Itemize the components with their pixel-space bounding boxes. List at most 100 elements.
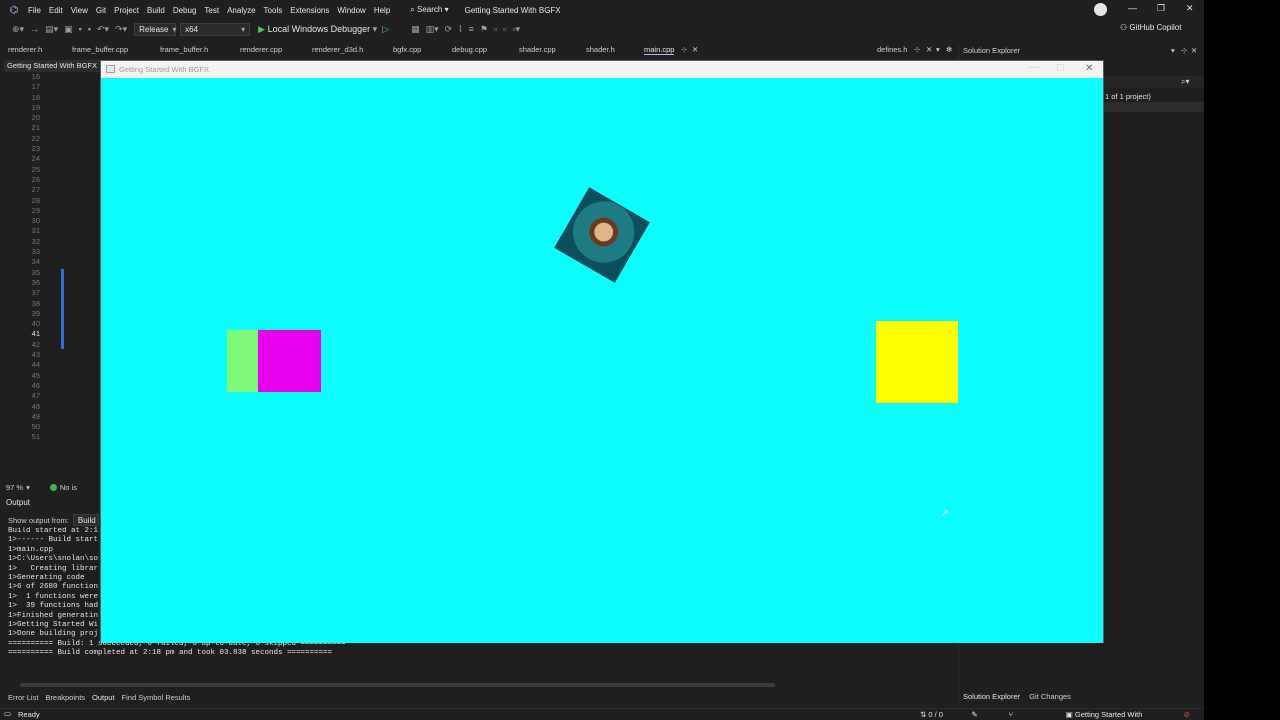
github-copilot-button[interactable]: ⚇ GitHub Copilot <box>1120 23 1181 32</box>
tab-git-changes[interactable]: Git Changes <box>1029 692 1071 701</box>
diagnostics-icon[interactable]: ⌇ <box>458 24 462 35</box>
back-forward-icon[interactable]: ⊕▾ <box>12 24 24 35</box>
open-folder-icon[interactable]: ▣ <box>64 24 73 35</box>
line-number: 44 <box>31 360 40 370</box>
pin-icon[interactable]: ⊹ <box>1181 46 1187 55</box>
tab-error-list[interactable]: Error List <box>8 693 38 702</box>
tab-renderer-h[interactable]: renderer.h <box>8 45 42 54</box>
close-icon[interactable]: ✕ <box>1191 46 1197 55</box>
toolbox-icon[interactable]: ▦ <box>411 24 420 35</box>
bookmark-icon[interactable]: ⚑ <box>480 24 488 35</box>
render-canvas[interactable]: ➚ <box>101 78 1103 643</box>
tab-renderer-d3d-h[interactable]: renderer_d3d.h <box>312 45 363 54</box>
line-number: 47 <box>31 391 40 401</box>
line-number: 27 <box>31 185 40 195</box>
tab-debug-cpp[interactable]: debug.cpp <box>452 45 487 54</box>
editor-navigation-bar[interactable]: Getting Started With BGFX <box>4 60 104 72</box>
close-tab-icon[interactable]: ✕ <box>692 45 698 54</box>
menu-extensions[interactable]: Extensions <box>290 6 337 15</box>
visual-studio-window: ⌬ File Edit View Git Project Build Debug… <box>0 0 1204 720</box>
chevron-down-icon[interactable]: ▾ <box>26 483 30 492</box>
status-right-items: ⇅ 0 / 0 ▴ ✎ 3 ⑂ master ▴ ▣ Getting Start… <box>920 710 1204 720</box>
menu-debug[interactable]: Debug <box>173 6 205 15</box>
menu-tools[interactable]: Tools <box>264 6 291 15</box>
menu-git[interactable]: Git <box>96 6 114 15</box>
tab-breakpoints[interactable]: Breakpoints <box>45 693 85 702</box>
line-number: 21 <box>31 123 40 133</box>
start-debugging-button[interactable]: ▶ Local Windows Debugger ▾ <box>258 24 377 35</box>
tab-defines-h[interactable]: defines.h <box>877 45 907 54</box>
line-number: 16 <box>31 72 40 81</box>
bookmark-prev-icon[interactable]: ▫ <box>494 24 497 34</box>
menu-project[interactable]: Project <box>114 6 147 15</box>
tab-output[interactable]: Output <box>92 693 115 702</box>
start-without-debugging-icon[interactable]: ▷ <box>382 24 389 35</box>
line-number: 18 <box>31 92 40 102</box>
bookmark-next-icon[interactable]: ▫ <box>503 24 506 34</box>
save-icon[interactable]: ▪ <box>79 24 82 34</box>
options-chevron-icon[interactable]: ▾ <box>1171 46 1175 55</box>
platform-select[interactable]: x64 ▾ <box>180 22 251 36</box>
undo-icon[interactable]: ↶▾ <box>97 24 109 35</box>
menu-edit[interactable]: Edit <box>49 6 71 15</box>
restore-icon[interactable]: ❐ <box>1157 3 1165 14</box>
menu-analyze[interactable]: Analyze <box>227 6 263 15</box>
new-project-icon[interactable]: ▤▾ <box>45 24 58 35</box>
chevron-down-icon: ▾ <box>172 24 177 34</box>
tab-frame-buffer-h[interactable]: frame_buffer.h <box>160 45 208 54</box>
avatar[interactable] <box>1094 3 1107 16</box>
status-icon: ▭ <box>4 709 12 718</box>
app-minimize-icon[interactable]: — <box>1029 62 1039 73</box>
status-project[interactable]: ▣ Getting Started With BGFX ▴ <box>1066 710 1170 720</box>
redo-icon[interactable]: ↷▾ <box>115 24 127 35</box>
status-branch[interactable]: ⑂ master ▴ <box>1009 710 1052 720</box>
close-tab-icon[interactable]: ✕ <box>926 45 932 54</box>
app-maximize-icon[interactable]: ☐ <box>1056 63 1064 74</box>
save-all-icon[interactable]: ▪ <box>88 24 91 34</box>
tab-shader-h[interactable]: shader.h <box>586 45 615 54</box>
hot-reload-icon[interactable]: ⟳ <box>445 24 453 35</box>
app-close-icon[interactable]: ✕ <box>1085 63 1093 74</box>
line-number: 49 <box>31 411 40 421</box>
layout-icon[interactable]: ▥▾ <box>426 24 439 35</box>
app-titlebar[interactable]: Getting Started With BGFX — ☐ ✕ <box>101 61 1103 78</box>
visual-studio-logo-icon[interactable]: ⌬ <box>0 5 28 16</box>
tab-frame-buffer-cpp[interactable]: frame_buffer.cpp <box>72 45 128 54</box>
status-edits[interactable]: ✎ 3 <box>971 710 994 720</box>
tab-main-cpp[interactable]: main.cpp <box>644 45 675 55</box>
pin-icon[interactable]: ⊹ <box>681 45 687 54</box>
code-editor[interactable]: 16 17 18 19 20 21 22 23 24 25 26 27 28 29 30 31 32 33 34 35… <box>0 72 100 480</box>
menu-test[interactable]: Test <box>204 6 227 15</box>
tab-shader-cpp[interactable]: shader.cpp <box>519 45 556 54</box>
settings-icon[interactable]: ✻ <box>946 45 952 54</box>
minimize-icon[interactable]: — <box>1128 3 1137 13</box>
zoom-level[interactable]: 97 % <box>6 483 23 492</box>
forward-icon[interactable]: → <box>30 24 39 34</box>
search-button[interactable]: ⌕ Search ▾ <box>410 5 448 15</box>
chevron-down-icon: ▾ <box>444 5 449 14</box>
issues-label[interactable]: No is <box>60 483 77 492</box>
menu-help[interactable]: Help <box>374 6 398 15</box>
tab-list-chevron-icon[interactable]: ▾ <box>936 45 940 54</box>
configuration-select[interactable]: Release ▾ <box>134 22 177 36</box>
tab-bgfx-cpp[interactable]: bgfx.cpp <box>393 45 421 54</box>
menu-view[interactable]: View <box>71 6 96 15</box>
status-lines[interactable]: ⇅ 0 / 0 ▴ <box>920 710 957 720</box>
menu-window[interactable]: Window <box>337 6 373 15</box>
pin-icon[interactable]: ⊹ <box>914 45 920 54</box>
format-icon[interactable]: ≡ <box>469 24 474 34</box>
tab-solution-explorer[interactable]: Solution Explorer <box>963 692 1020 701</box>
notifications-icon[interactable]: ⊘ <box>1184 710 1190 720</box>
tab-renderer-cpp[interactable]: renderer.cpp <box>240 45 282 54</box>
menu-file[interactable]: File <box>28 6 49 15</box>
bookmark-clear-icon[interactable]: ▫▾ <box>512 24 520 35</box>
output-source-select[interactable]: Build <box>72 514 99 526</box>
line-number: 39 <box>31 308 40 318</box>
solution-project-count[interactable]: 1 of 1 project) <box>1105 92 1151 101</box>
line-number: 41 <box>31 329 40 339</box>
horizontal-scrollbar[interactable] <box>20 683 775 687</box>
close-icon[interactable]: ✕ <box>1186 3 1194 14</box>
menu-build[interactable]: Build <box>147 6 173 15</box>
tab-find-symbol-results[interactable]: Find Symbol Results <box>122 693 191 702</box>
bgfx-app-window[interactable]: Getting Started With BGFX — ☐ ✕ ➚ <box>100 60 1104 643</box>
